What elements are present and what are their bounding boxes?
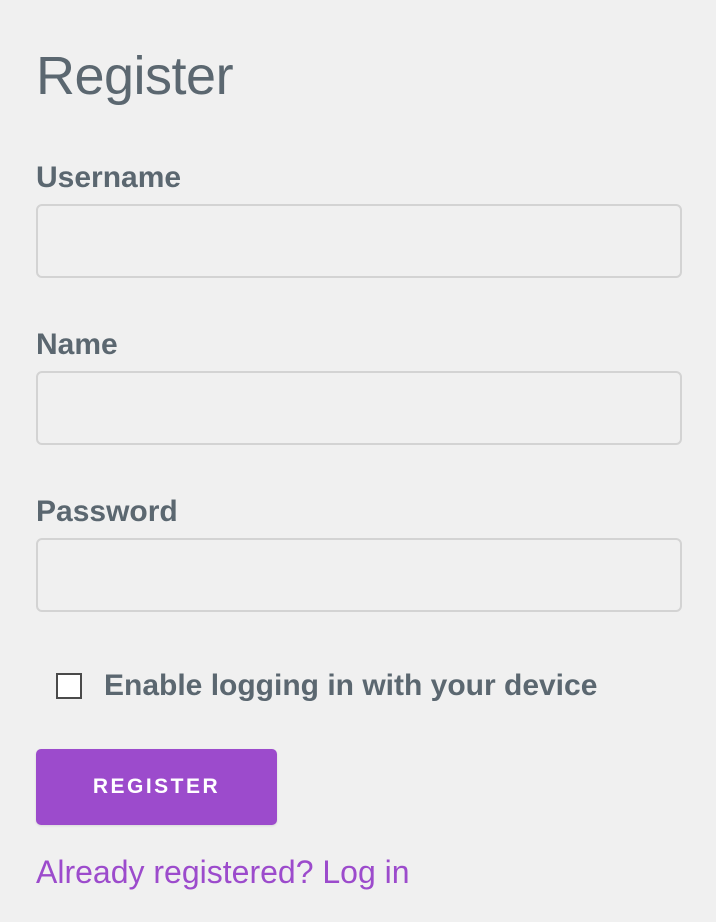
- name-field[interactable]: [36, 371, 682, 445]
- register-button[interactable]: REGISTER: [36, 749, 277, 825]
- page-title: Register: [36, 46, 234, 106]
- password-label: Password: [36, 495, 178, 528]
- register-page: Register Username Name Password Enable l…: [0, 0, 716, 922]
- device-login-option[interactable]: Enable logging in with your device: [56, 666, 597, 706]
- username-label: Username: [36, 161, 182, 194]
- device-login-label[interactable]: Enable logging in with your device: [104, 666, 597, 706]
- device-login-checkbox[interactable]: [56, 673, 82, 699]
- login-link[interactable]: Already registered? Log in: [36, 852, 410, 892]
- name-label: Name: [36, 328, 118, 361]
- username-field[interactable]: [36, 204, 682, 278]
- password-field[interactable]: [36, 538, 682, 612]
